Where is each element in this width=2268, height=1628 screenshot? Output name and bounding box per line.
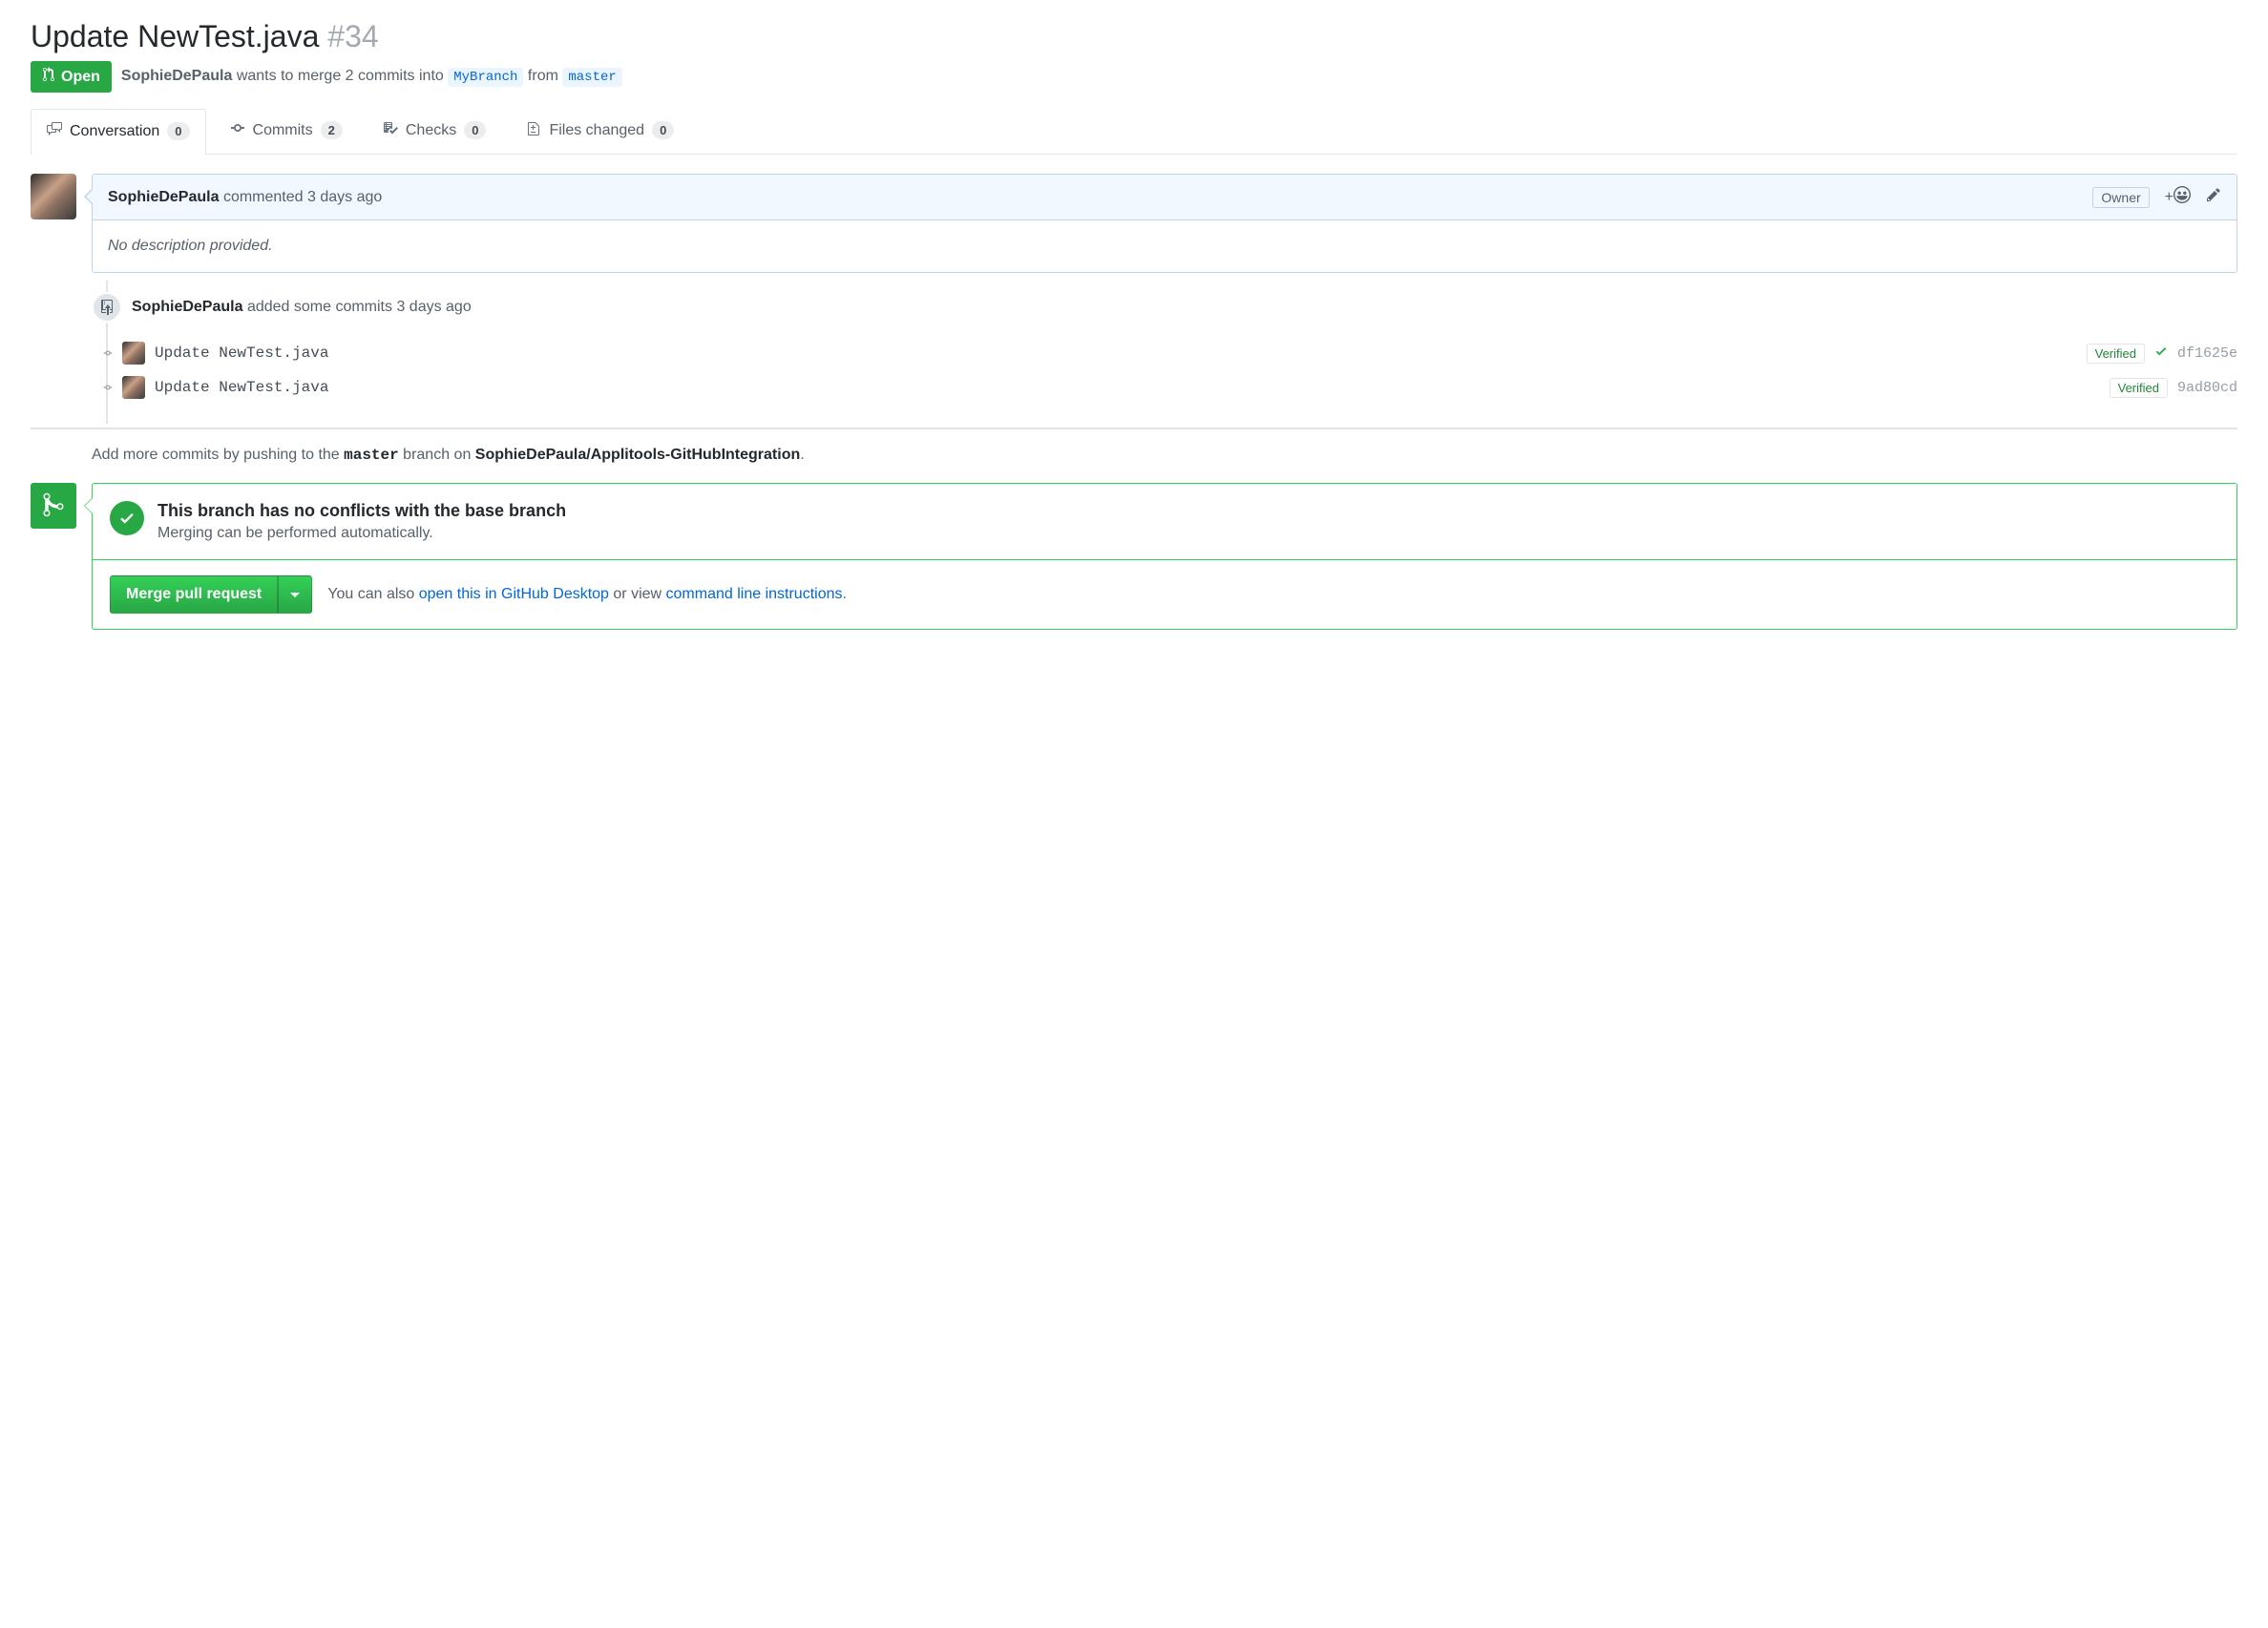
tab-files-count: 0 <box>652 121 674 139</box>
pencil-icon <box>2206 187 2221 207</box>
tab-conversation-count: 0 <box>167 122 189 140</box>
owner-badge: Owner <box>2092 187 2149 208</box>
comment-author[interactable]: SophieDePaula <box>108 189 219 205</box>
avatar[interactable] <box>122 342 145 365</box>
comment-discussion-icon <box>47 121 62 141</box>
commit-dot-icon <box>103 383 113 392</box>
tab-checks[interactable]: Checks 0 <box>367 108 503 154</box>
pr-author[interactable]: SophieDePaula <box>121 68 232 84</box>
pr-title: Update NewTest.java #34 <box>31 19 2237 53</box>
merge-dropdown-button[interactable] <box>278 575 312 614</box>
edit-comment-button[interactable] <box>2206 187 2221 207</box>
avatar[interactable] <box>122 376 145 399</box>
merge-status-title: This branch has no conflicts with the ba… <box>158 501 566 521</box>
event-author[interactable]: SophieDePaula <box>132 299 242 315</box>
avatar[interactable] <box>31 174 76 219</box>
comment-meta: commented 3 days ago <box>223 189 382 205</box>
merge-button-group: Merge pull request <box>110 575 312 614</box>
tab-conversation[interactable]: Conversation 0 <box>31 109 206 155</box>
merge-box: This branch has no conflicts with the ba… <box>92 483 2237 630</box>
file-diff-icon <box>526 120 541 140</box>
git-merge-icon <box>42 491 65 521</box>
commit-dot-icon <box>103 348 113 358</box>
commit-message[interactable]: Update NewTest.java <box>155 379 328 396</box>
comment-body: No description provided. <box>93 220 2236 272</box>
comment-box: SophieDePaula commented 3 days ago Owner… <box>92 174 2237 273</box>
repo-push-icon <box>92 292 122 323</box>
smiley-icon <box>2174 186 2191 208</box>
commit-sha[interactable]: 9ad80cd <box>2177 380 2237 396</box>
commit-message[interactable]: Update NewTest.java <box>155 344 328 362</box>
tab-checks-label: Checks <box>406 122 456 139</box>
open-in-desktop-link[interactable]: open this in GitHub Desktop <box>419 586 609 602</box>
verified-badge[interactable]: Verified <box>2110 378 2168 398</box>
event-text: added some commits 3 days ago <box>247 299 472 315</box>
pr-merge-summary: SophieDePaula wants to merge 2 commits i… <box>121 68 622 87</box>
commits-pushed-event: SophieDePaula added some commits 3 days … <box>92 292 2237 323</box>
tab-checks-count: 0 <box>464 121 486 139</box>
pr-state-label: Open <box>61 69 100 86</box>
head-branch-chip[interactable]: master <box>562 68 621 87</box>
caret-down-icon <box>290 593 300 597</box>
pr-state-badge: Open <box>31 61 112 93</box>
merge-status-icon-box <box>31 483 76 529</box>
tab-files-changed[interactable]: Files changed 0 <box>510 108 690 154</box>
merge-alternatives: You can also open this in GitHub Desktop… <box>327 586 847 603</box>
tab-commits-label: Commits <box>253 122 313 139</box>
divider <box>31 428 2237 429</box>
checklist-icon <box>383 120 398 140</box>
add-reaction-button[interactable]: + <box>2165 186 2191 208</box>
pr-number: #34 <box>327 19 378 53</box>
commit-row: Update NewTest.java Verified 9ad80cd <box>92 370 2237 405</box>
pr-state-row: Open SophieDePaula wants to merge 2 comm… <box>31 61 2237 93</box>
timeline-events: SophieDePaula added some commits 3 days … <box>92 292 2237 424</box>
git-pull-request-icon <box>42 67 55 87</box>
commit-row: Update NewTest.java Verified df1625e <box>92 336 2237 370</box>
tab-commits[interactable]: Commits 2 <box>214 108 359 154</box>
pr-title-text: Update NewTest.java <box>31 19 319 53</box>
command-line-link[interactable]: command line instructions <box>666 586 843 602</box>
tab-conversation-label: Conversation <box>70 123 159 140</box>
comment-header: SophieDePaula commented 3 days ago Owner… <box>93 175 2236 220</box>
commit-sha[interactable]: df1625e <box>2177 345 2237 362</box>
verified-badge[interactable]: Verified <box>2087 344 2145 364</box>
pr-tabs: Conversation 0 Commits 2 Checks 0 Files … <box>31 108 2237 155</box>
tab-files-label: Files changed <box>549 122 644 139</box>
tab-commits-count: 2 <box>321 121 343 139</box>
push-hint: Add more commits by pushing to the maste… <box>92 447 2237 464</box>
merge-pull-request-button[interactable]: Merge pull request <box>110 575 278 614</box>
git-commit-icon <box>230 120 245 140</box>
base-branch-chip[interactable]: MyBranch <box>448 68 523 87</box>
check-circle-icon <box>110 501 144 535</box>
check-icon <box>2154 344 2168 363</box>
merge-status-subtitle: Merging can be performed automatically. <box>158 525 566 542</box>
